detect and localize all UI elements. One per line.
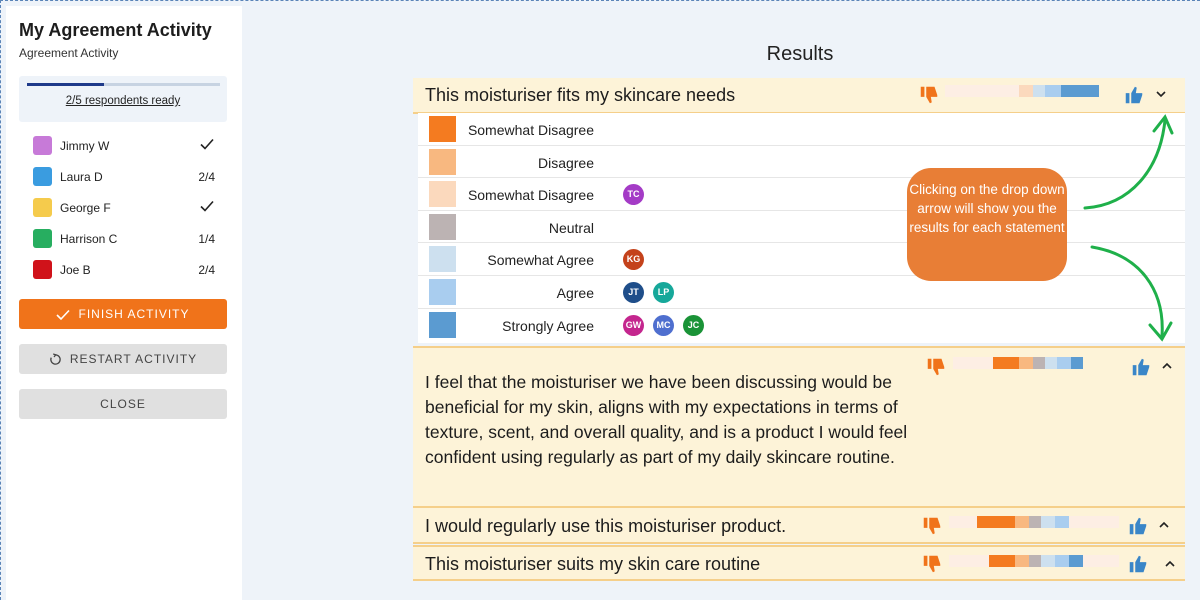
respondent-avatars: KG [623,249,644,271]
thumbs-down-icon [927,358,945,376]
progress-fill [27,83,105,86]
sidebar: My Agreement Activity Agreement Activity… [6,6,242,600]
participant-name: Jimmy W [60,139,110,153]
likert-label: Agree [556,285,594,301]
restart-icon [49,353,62,366]
result-distribution-bar [949,555,1119,567]
respondents-ready-link[interactable]: 2/5 respondents ready [19,95,227,107]
results-title: Results [766,43,834,65]
thumbs-up-icon [1129,517,1147,535]
frame-border-left [0,0,1,600]
chevron-down-icon[interactable] [1154,87,1168,101]
statement-row[interactable]: This moisturiser suits my skin care rout… [413,545,1185,581]
likert-color-swatch [429,311,456,338]
likert-color-swatch [429,246,456,273]
likert-row: Strongly Agree GW MC JC [418,309,1185,342]
participant-row: George F [19,192,227,223]
avatar: JT [623,282,644,303]
checkmark-icon [200,200,214,212]
thumbs-up-icon [1132,358,1150,376]
participant-list: Jimmy W Laura D 2/4 George F Harrison C … [19,130,227,285]
likert-color-swatch [429,116,456,142]
checkmark-icon [200,138,214,150]
frame-border-top [0,0,1200,1]
participant-color-swatch [33,229,52,248]
likert-label: Somewhat Disagree [467,122,594,138]
likert-row: Agree JT LP [418,276,1185,309]
participant-color-swatch [33,167,52,186]
respondent-avatars: JT LP [623,282,674,303]
likert-row: Neutral [418,211,1185,244]
statement-row[interactable]: I feel that the moisturiser we have been… [413,346,1185,508]
likert-label: Disagree [537,154,594,171]
activity-subtitle: Agreement Activity [19,46,119,60]
participant-row: Laura D 2/4 [19,161,227,192]
participant-color-swatch [33,198,52,217]
finish-activity-button[interactable]: FINISH ACTIVITY [19,299,227,329]
likert-color-swatch [429,181,456,208]
finish-activity-label: FINISH ACTIVITY [78,307,190,321]
thumbs-up-icon [1125,86,1143,104]
thumbs-up-icon [1129,555,1147,573]
statement-text: I feel that the moisturiser we have been… [425,372,908,467]
thumbs-down-icon [923,555,941,573]
participant-progress: 2/4 [198,263,215,277]
instruction-callout: Clicking on the drop down arrow will sho… [907,168,1067,281]
likert-color-swatch [429,148,456,175]
likert-row: Somewhat Disagree [418,113,1185,146]
avatar: MC [653,314,674,336]
likert-label: Neutral [548,219,594,236]
chevron-up-icon[interactable] [1160,359,1174,373]
activity-title: My Agreement Activity [19,20,212,40]
participant-progress: 1/4 [198,232,215,246]
likert-row: Somewhat Agree KG [418,243,1185,276]
checkmark-icon [56,309,71,321]
respondent-avatars: TC [623,184,644,206]
avatar: KG [623,249,644,271]
thumbs-down-icon [920,86,938,104]
thumbs-down-icon [923,517,941,535]
participant-row: Jimmy W [19,130,227,161]
statement-row[interactable]: This moisturiser fits my skincare needs [413,78,1185,114]
avatar: JC [683,314,704,336]
avatar: GW [623,314,644,336]
result-distribution-bar [945,85,1109,97]
avatar: TC [623,184,644,206]
statement-breakdown: Somewhat Disagree Disagree Somewhat Disa… [418,113,1185,343]
respondent-avatars: GW MC JC [623,314,704,336]
participant-progress: 2/4 [198,170,215,184]
participant-color-swatch [33,136,52,155]
statement-text: This moisturiser fits my skincare needs [425,85,736,105]
likert-label: Somewhat Disagree [467,187,594,204]
likert-color-swatch [429,213,456,240]
restart-activity-button[interactable]: RESTART ACTIVITY [19,344,227,374]
likert-color-swatch [429,279,456,305]
participant-row: Joe B 2/4 [19,254,227,285]
likert-label: Somewhat Agree [487,252,594,269]
participant-color-swatch [33,260,52,279]
participant-name: Laura D [60,170,103,184]
close-button[interactable]: CLOSE [19,389,227,419]
statement-text: This moisturiser suits my skin care rout… [425,554,761,574]
participant-row: Harrison C 1/4 [19,223,227,254]
result-distribution-bar [953,357,1117,369]
result-distribution-bar [949,516,1119,528]
statement-text: I would regularly use this moisturiser p… [425,516,787,536]
statement-row[interactable]: I would regularly use this moisturiser p… [413,508,1185,544]
participant-name: George F [60,201,111,215]
participant-name: Harrison C [60,232,118,246]
restart-activity-label: RESTART ACTIVITY [69,352,198,366]
avatar: LP [653,282,674,303]
likert-row: Disagree [418,146,1185,179]
close-label: CLOSE [100,397,146,411]
chevron-up-icon[interactable] [1163,557,1177,571]
respondents-progress: 2/5 respondents ready [19,76,227,122]
chevron-up-icon[interactable] [1157,518,1171,532]
progress-track [27,83,220,86]
likert-row: Somewhat Disagree TC [418,178,1185,211]
likert-label: Strongly Agree [502,317,594,334]
participant-name: Joe B [60,263,91,277]
